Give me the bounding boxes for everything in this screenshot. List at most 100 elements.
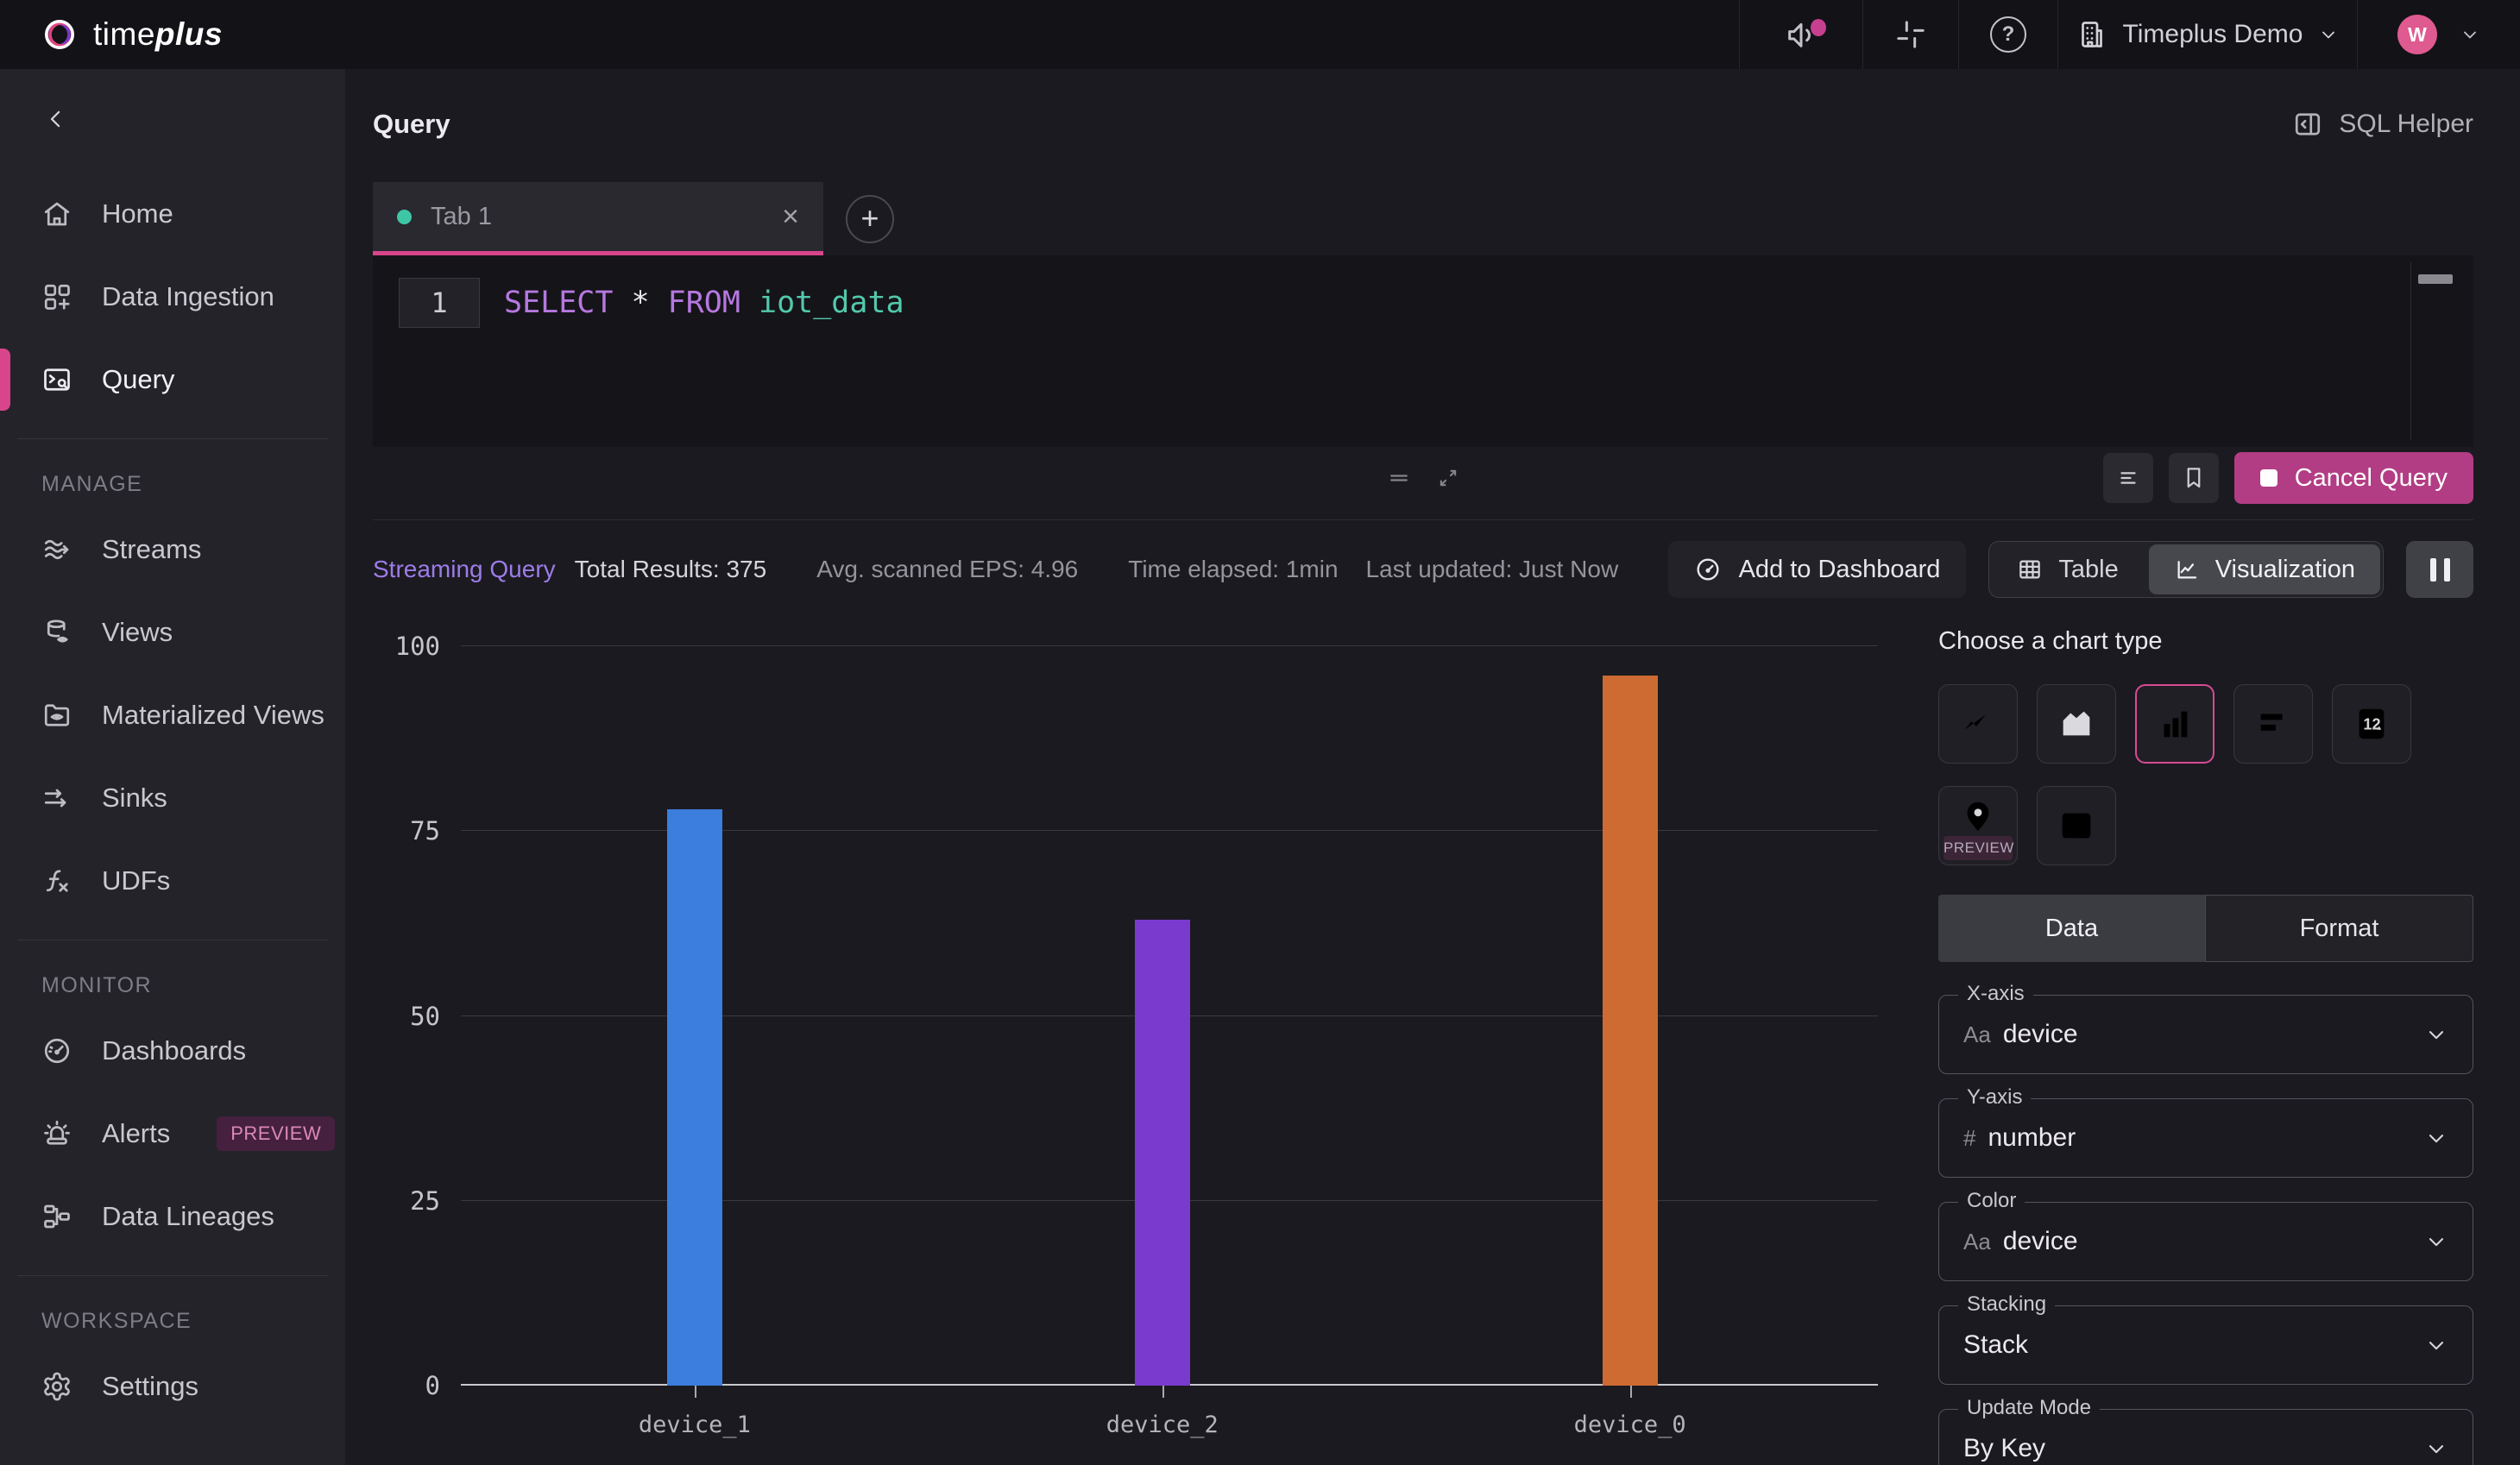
sql-helper-button[interactable]: SQL Helper: [2292, 109, 2473, 140]
workspace-switcher[interactable]: Timeplus Demo: [2057, 0, 2357, 69]
y-tick-label: 75: [410, 816, 440, 846]
results-area: 0 25 50 75 100 device_1 device_2 device_0 Choos…: [373, 615, 2473, 1465]
sql-code[interactable]: SELECT * FROM iot_data: [504, 279, 904, 327]
cancel-query-button[interactable]: Cancel Query: [2233, 452, 2473, 504]
tab-bar: Tab 1 × +: [373, 182, 2473, 255]
timeplus-logo: timeplus: [0, 14, 223, 55]
chart-type-table[interactable]: [2037, 786, 2116, 865]
editor-resize-controls: [1386, 465, 1460, 491]
chart-type-area[interactable]: [2037, 684, 2116, 764]
last-updated: Last updated: Just Now: [1365, 556, 1619, 582]
results-actions: Add to Dashboard Table Visualization: [1667, 541, 2473, 598]
chevron-down-icon: [2460, 24, 2480, 45]
format-sql-button[interactable]: [2102, 453, 2153, 503]
active-indicator: [0, 349, 10, 411]
y-tick-label: 50: [410, 1001, 440, 1031]
field-value: device: [2002, 1020, 2078, 1048]
stacking-select[interactable]: Stacking Stack: [1938, 1292, 2473, 1385]
dashboards-icon: [41, 1035, 72, 1066]
minimap-scrollbar[interactable]: [2418, 274, 2453, 284]
streams-icon: [41, 534, 72, 565]
sidebar-item-streams[interactable]: Streams: [0, 508, 345, 591]
x-axis-label: device_0: [1573, 1412, 1686, 1438]
sidebar-item-label: Data Lineages: [102, 1201, 274, 1231]
sidebar-item-sinks[interactable]: Sinks: [0, 757, 345, 839]
sidebar-item-udfs[interactable]: UDFs: [0, 839, 345, 922]
bar-device_2: [1134, 920, 1190, 1386]
chart-type-line[interactable]: [1938, 684, 2018, 764]
tab-tab1[interactable]: Tab 1 ×: [373, 182, 823, 255]
sidebar-item-settings[interactable]: Settings: [0, 1345, 345, 1428]
avatar: W: [2397, 15, 2437, 54]
slack-button[interactable]: [1862, 0, 1958, 69]
sidebar-section-workspace: WORKSPACE: [41, 1308, 192, 1333]
announcements-button[interactable]: [1739, 0, 1862, 69]
chart-type-horizontal-bar[interactable]: [2233, 684, 2313, 764]
update-mode-select[interactable]: Update Mode By Key: [1938, 1396, 2473, 1465]
materialized-views-icon: [41, 700, 72, 731]
sidebar-item-data-ingestion[interactable]: Data Ingestion: [0, 255, 345, 338]
visualization-view-button[interactable]: Visualization: [2148, 544, 2380, 594]
sidebar-item-views[interactable]: Views: [0, 591, 345, 674]
table-view-button[interactable]: Table: [1989, 542, 2145, 597]
sidebar-item-query[interactable]: Query: [0, 338, 345, 421]
x-axis-label: device_1: [638, 1412, 751, 1438]
chevron-down-icon: [2424, 1022, 2448, 1047]
sidebar-item-home[interactable]: Home: [0, 173, 345, 255]
slack-icon: [1893, 17, 1928, 52]
field-value: By Key: [1963, 1434, 2046, 1462]
help-button[interactable]: ?: [1958, 0, 2057, 69]
bar-device_1: [666, 808, 722, 1386]
editor-footer: Cancel Query: [373, 450, 2473, 506]
building-icon: [2076, 19, 2107, 50]
editor-minimap: [2410, 262, 2461, 440]
tab-format[interactable]: Format: [2205, 895, 2473, 962]
chart-type-map[interactable]: PREVIEW: [1938, 786, 2018, 865]
tab-label: Tab 1: [431, 202, 492, 230]
bookmark-button[interactable]: [2168, 453, 2219, 503]
string-type-icon: Aa: [1963, 1021, 1991, 1047]
home-icon: [41, 198, 72, 229]
pause-icon: [2443, 557, 2450, 582]
area-chart-type-icon: [2063, 711, 2090, 736]
x-tick-mark: [1162, 1386, 1164, 1398]
add-tab-button[interactable]: +: [846, 195, 894, 243]
color-select[interactable]: Color Aa device: [1938, 1189, 2473, 1281]
streaming-query-label: Streaming Query: [373, 556, 556, 582]
account-menu[interactable]: W: [2357, 0, 2520, 69]
x-axis-select[interactable]: X-axis Aa device: [1938, 982, 2473, 1074]
app-body: Home Data Ingestion Query MANAGE Streams…: [0, 69, 2520, 1465]
add-to-dashboard-label: Add to Dashboard: [1738, 555, 1941, 583]
sql-editor[interactable]: 1 SELECT * FROM iot_data: [373, 255, 2473, 447]
map-preview-badge: PREVIEW: [1944, 836, 2013, 860]
divider: [17, 438, 328, 439]
views-icon: [41, 617, 72, 648]
field-label: Stacking: [1958, 1292, 2056, 1317]
drag-handle-icon[interactable]: [1386, 465, 1412, 491]
sidebar-item-alerts[interactable]: Alerts PREVIEW: [0, 1092, 345, 1175]
sidebar-section-monitor: MONITOR: [41, 972, 153, 997]
line-number: 1: [399, 278, 480, 328]
sidebar-item-data-lineages[interactable]: Data Lineages: [0, 1175, 345, 1258]
pause-query-button[interactable]: [2406, 541, 2473, 598]
table-label: Table: [2058, 555, 2119, 583]
sidebar-item-dashboards[interactable]: Dashboards: [0, 1009, 345, 1092]
number-type-icon: #: [1963, 1124, 1976, 1151]
chevron-left-icon: [43, 106, 69, 132]
chevron-down-icon: [2424, 1437, 2448, 1461]
tab-close-icon[interactable]: ×: [782, 202, 799, 231]
sidebar-item-label: Data Ingestion: [102, 281, 274, 311]
expand-icon[interactable]: [1436, 466, 1460, 490]
sidebar-item-materialized-views[interactable]: Materialized Views: [0, 674, 345, 757]
single-value-chart-type-icon: 12: [2359, 708, 2385, 739]
tab-data[interactable]: Data: [1938, 895, 2205, 962]
chart-type-single-value[interactable]: 12: [2332, 684, 2411, 764]
screen: timeplus ? Timeplus Demo W Home Data Ing…: [0, 0, 2520, 1465]
notification-dot: [1811, 19, 1826, 36]
field-label: X-axis: [1958, 982, 2033, 1006]
sidebar-collapse-button[interactable]: [0, 91, 345, 147]
add-to-dashboard-button[interactable]: Add to Dashboard: [1667, 541, 1967, 598]
chart-type-bar[interactable]: [2135, 684, 2214, 764]
page-header: Query SQL Helper: [373, 100, 2473, 148]
y-axis-select[interactable]: Y-axis # number: [1938, 1085, 2473, 1178]
